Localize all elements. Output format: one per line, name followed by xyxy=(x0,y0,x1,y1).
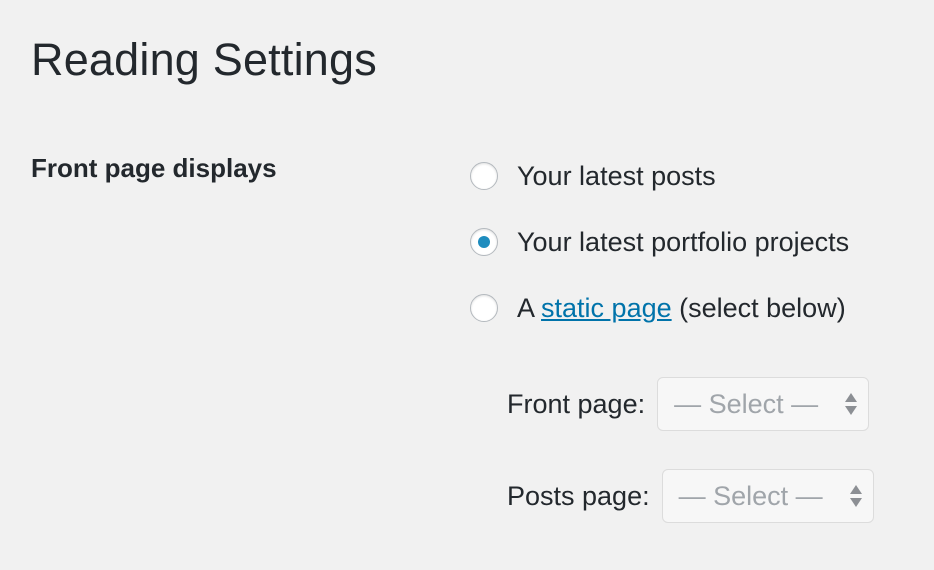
select-arrows-icon xyxy=(849,482,863,510)
posts-page-select-label: Posts page: xyxy=(507,480,650,511)
front-page-select-value: — Select — xyxy=(674,388,819,419)
radio-selected-dot xyxy=(478,236,490,248)
posts-page-select-row: Posts page: — Select — xyxy=(507,468,874,524)
radio-option-latest-portfolio[interactable]: Your latest portfolio projects xyxy=(470,224,849,260)
static-page-suffix: (select below) xyxy=(671,293,846,323)
front-page-select-label: Front page: xyxy=(507,388,646,419)
static-page-prefix: A xyxy=(517,293,542,323)
page-title: Reading Settings xyxy=(31,34,377,85)
radio-label-latest-portfolio: Your latest portfolio projects xyxy=(517,227,850,257)
front-page-displays-label: Front page displays xyxy=(31,153,277,183)
radio-latest-portfolio-projects[interactable] xyxy=(470,228,498,256)
radio-latest-posts[interactable] xyxy=(470,162,498,190)
radio-option-latest-posts[interactable]: Your latest posts xyxy=(470,158,716,194)
radio-option-static-page[interactable]: A static page (select below) xyxy=(470,290,846,326)
static-page-link[interactable]: static page xyxy=(541,293,672,323)
posts-page-select-value: — Select — xyxy=(678,480,823,511)
radio-label-latest-posts: Your latest posts xyxy=(517,161,716,191)
radio-label-static-page: A static page (select below) xyxy=(517,290,846,326)
select-arrows-icon xyxy=(844,390,858,418)
radio-static-page[interactable] xyxy=(470,294,498,322)
front-page-select[interactable]: — Select — xyxy=(657,377,870,431)
posts-page-select[interactable]: — Select — xyxy=(661,469,874,523)
front-page-select-row: Front page: — Select — xyxy=(507,376,870,432)
